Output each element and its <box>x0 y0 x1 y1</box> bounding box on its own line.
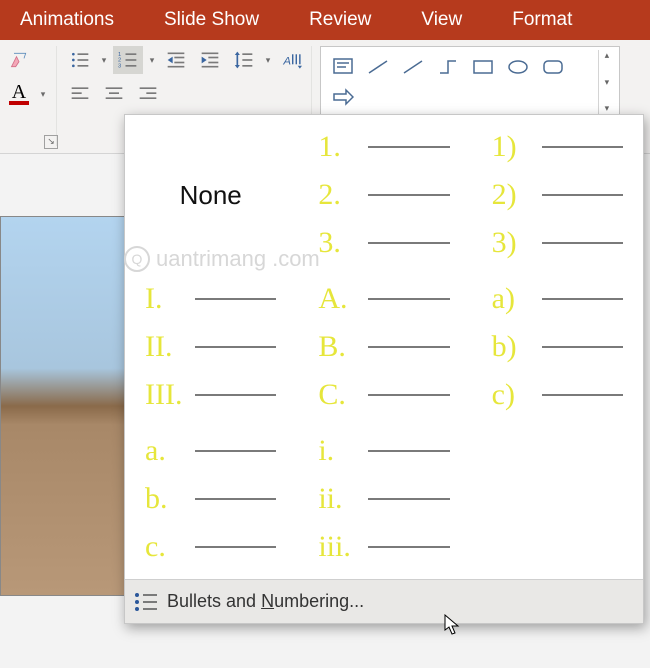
numbering-lower-roman[interactable]: i. ii. iii. <box>312 429 455 569</box>
numbering-dropdown: None 1. 2. 3. 1) 2) 3) I. II. III. A. B.… <box>124 114 644 624</box>
tab-review[interactable]: Review <box>309 9 371 31</box>
decrease-indent-button[interactable] <box>161 46 191 74</box>
bullets-numbering-option[interactable]: Bullets and Numbering... <box>125 579 643 623</box>
shape-oval-icon[interactable] <box>500 52 535 82</box>
gallery-scroll[interactable]: ▴▾▾ <box>598 50 615 114</box>
numbering-arabic-paren[interactable]: 1) 2) 3) <box>486 125 629 265</box>
numbering-upper-alpha[interactable]: A. B. C. <box>312 277 455 417</box>
shape-connector-icon[interactable] <box>430 52 465 82</box>
numbering-arabic-period[interactable]: 1. 2. 3. <box>312 125 455 265</box>
font-group: A ▾ ↘ <box>0 40 52 153</box>
text-direction-button[interactable]: A <box>277 46 307 74</box>
tab-view[interactable]: View <box>421 9 462 31</box>
shapes-gallery[interactable]: ▴▾▾ <box>320 46 620 118</box>
bullets-button[interactable] <box>65 46 95 74</box>
font-color-chevron-icon[interactable]: ▾ <box>38 89 48 100</box>
shape-arrow-icon[interactable] <box>325 82 360 112</box>
increase-indent-button[interactable] <box>195 46 225 74</box>
shape-textbox-icon[interactable] <box>325 52 360 82</box>
font-color-button[interactable]: A <box>4 80 34 108</box>
numbering-button[interactable]: 123 <box>113 46 143 74</box>
numbering-chevron-icon[interactable]: ▾ <box>147 55 157 66</box>
svg-text:3: 3 <box>118 64 121 70</box>
shape-roundrect-icon[interactable] <box>535 52 570 82</box>
bullets-icon <box>135 593 157 611</box>
tab-slideshow[interactable]: Slide Show <box>164 9 259 31</box>
svg-text:A: A <box>282 55 291 67</box>
group-launcher-button[interactable]: ↘ <box>44 135 58 149</box>
line-spacing-button[interactable] <box>229 46 259 74</box>
numbering-upper-roman[interactable]: I. II. III. <box>139 277 282 417</box>
align-right-button[interactable] <box>133 80 163 108</box>
tab-animations[interactable]: Animations <box>20 9 114 31</box>
numbering-empty <box>486 429 629 569</box>
shape-line-icon[interactable] <box>360 52 395 82</box>
numbering-none[interactable]: None <box>139 125 282 265</box>
cursor-icon <box>444 614 462 636</box>
align-center-button[interactable] <box>99 80 129 108</box>
numbering-lower-alpha[interactable]: a. b. c. <box>139 429 282 569</box>
bullets-numbering-label: Bullets and Numbering... <box>167 591 364 612</box>
chevron-down-icon[interactable]: ▾ <box>99 55 109 66</box>
align-left-button[interactable] <box>65 80 95 108</box>
clear-formatting-button[interactable] <box>4 46 34 74</box>
slide-thumbnail <box>0 216 136 596</box>
shape-line2-icon[interactable] <box>395 52 430 82</box>
numbering-lower-alpha-paren[interactable]: a) b) c) <box>486 277 629 417</box>
tab-format[interactable]: Format <box>512 9 572 31</box>
shape-rect-icon[interactable] <box>465 52 500 82</box>
ribbon-tabs: Animations Slide Show Review View Format <box>0 0 650 40</box>
chevron-down-icon[interactable]: ▾ <box>263 55 273 66</box>
